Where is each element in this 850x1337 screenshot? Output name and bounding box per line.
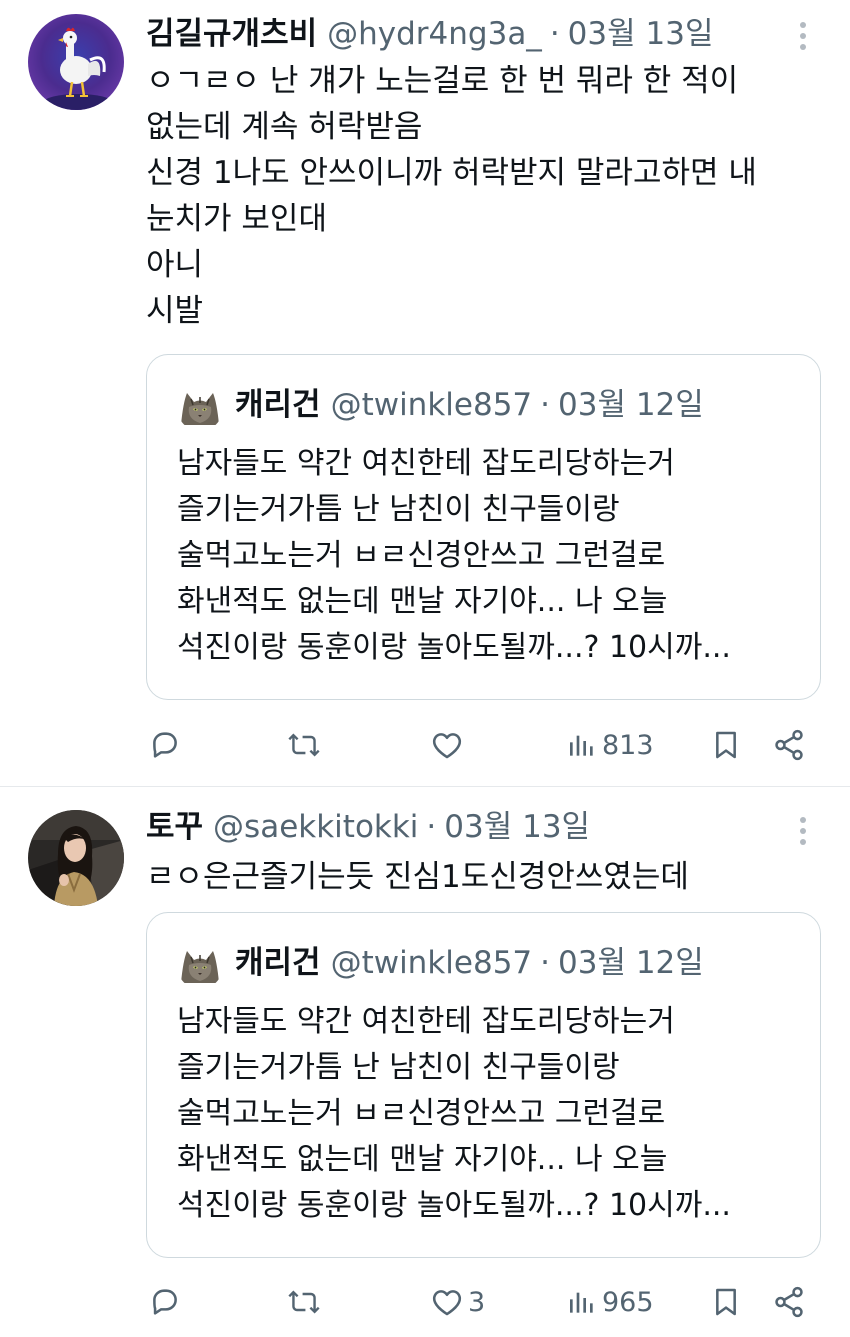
- author-handle[interactable]: @saekkitokki: [213, 805, 418, 849]
- retweet-icon: [288, 733, 320, 757]
- retweet-icon: [288, 1290, 320, 1314]
- quoted-tweet-header: 캐리건 @twinkle857 · 03월 12일: [235, 941, 704, 985]
- tweet-actions: 813: [146, 720, 816, 770]
- separator-dot: ·: [540, 387, 550, 423]
- quoted-author-handle[interactable]: @twinkle857: [331, 941, 533, 985]
- tweet-body: ㅇㄱㄹㅇ 난 걔가 노는걸로 한 번 뭐라 한 적이 없는데 계속 허락받음 신…: [146, 63, 757, 329]
- like-button[interactable]: [430, 720, 468, 770]
- cat-avatar[interactable]: [177, 943, 223, 989]
- tweet-actions: 3 965: [146, 1277, 816, 1327]
- rooster-avatar[interactable]: [28, 14, 124, 110]
- tweet-date[interactable]: 03월 13일: [444, 805, 590, 849]
- quoted-author-handle[interactable]: @twinkle857: [331, 383, 533, 427]
- cat-avatar[interactable]: [177, 385, 223, 431]
- author-name[interactable]: 토꾸: [146, 805, 203, 849]
- tweet-body: ㄹㅇ은근즐기는듯 진심1도신경안쓰였는데: [146, 859, 689, 895]
- woman-photo-avatar[interactable]: [28, 810, 124, 906]
- quoted-author-name[interactable]: 캐리건: [235, 383, 321, 427]
- tweet-header: 김길규개츠비 @hydr4ng3a_ · 03월 13일: [146, 12, 790, 56]
- author-handle[interactable]: @hydr4ng3a_: [327, 12, 542, 56]
- reply-button[interactable]: [148, 1277, 186, 1327]
- reply-button[interactable]: [148, 720, 186, 770]
- quoted-author-name[interactable]: 캐리건: [235, 941, 321, 985]
- separator-dot: ·: [426, 809, 437, 845]
- like-count: 3: [468, 1286, 486, 1318]
- quoted-tweet-header: 캐리건 @twinkle857 · 03월 12일: [235, 383, 704, 427]
- tweet[interactable]: 김길규개츠비 @hydr4ng3a_ · 03월 13일 ㅇㄱㄹㅇ 난 걔가 노…: [0, 0, 850, 786]
- bookmark-button[interactable]: [710, 1277, 742, 1327]
- quoted-tweet-body: 남자들도 약간 여친한테 잡도리당하는거 즐기는거가틈 난 남친이 친구들이랑 …: [177, 1004, 731, 1223]
- views-button[interactable]: 813: [566, 720, 654, 770]
- like-button[interactable]: 3: [430, 1277, 485, 1327]
- views-button[interactable]: 965: [566, 1277, 654, 1327]
- share-button[interactable]: [772, 720, 806, 770]
- reply-icon: [153, 1289, 177, 1315]
- quoted-tweet[interactable]: 캐리건 @twinkle857 · 03월 12일 남자들도 약간 여친한테 잡…: [146, 912, 821, 1258]
- tweet-header: 토꾸 @saekkitokki · 03월 13일: [146, 805, 790, 849]
- heart-icon: [432, 733, 462, 759]
- bookmark-button[interactable]: [710, 720, 742, 770]
- share-icon: [775, 1286, 803, 1318]
- author-name[interactable]: 김길규개츠비: [146, 12, 317, 56]
- separator-dot: ·: [549, 16, 560, 52]
- reply-icon: [153, 732, 177, 758]
- quoted-tweet[interactable]: 캐리건 @twinkle857 · 03월 12일 남자들도 약간 여친한테 잡…: [146, 354, 821, 700]
- bookmark-icon: [716, 731, 736, 759]
- bookmark-icon: [716, 1288, 736, 1316]
- tweet-date[interactable]: 03월 13일: [568, 12, 714, 56]
- analytics-icon: [570, 1292, 593, 1313]
- views-count: 965: [602, 1286, 654, 1318]
- views-count: 813: [602, 729, 654, 761]
- share-icon: [775, 729, 803, 761]
- tweet[interactable]: 토꾸 @saekkitokki · 03월 13일 ㄹㅇ은근즐기는듯 진심1도신…: [0, 787, 850, 1337]
- heart-icon: [432, 1290, 462, 1316]
- analytics-icon: [570, 735, 593, 756]
- more-options-icon[interactable]: [792, 16, 814, 56]
- separator-dot: ·: [540, 945, 550, 981]
- retweet-button[interactable]: [286, 1277, 326, 1327]
- quoted-tweet-date[interactable]: 03월 12일: [558, 383, 704, 427]
- share-button[interactable]: [772, 1277, 806, 1327]
- quoted-tweet-body: 남자들도 약간 여친한테 잡도리당하는거 즐기는거가틈 난 남친이 친구들이랑 …: [177, 446, 731, 665]
- quoted-tweet-date[interactable]: 03월 12일: [558, 941, 704, 985]
- more-options-icon[interactable]: [792, 811, 814, 851]
- retweet-button[interactable]: [286, 720, 326, 770]
